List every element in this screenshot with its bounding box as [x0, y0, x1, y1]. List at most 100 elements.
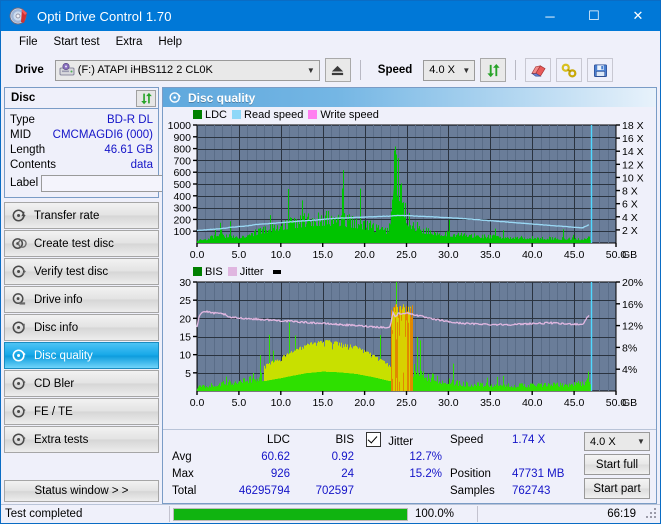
sidebar-item-label: CD Bler [34, 377, 75, 390]
stats-row-labels: Avg Max Total [167, 432, 218, 500]
svg-text:40.0: 40.0 [522, 249, 543, 261]
application-window: Opti Drive Control 1.70 ─ ☐ ✕ File Start… [0, 0, 661, 524]
sidebar-item-label: Disc quality [34, 349, 93, 362]
svg-text:600: 600 [173, 167, 191, 179]
disc-row-type-key: Type [10, 113, 35, 126]
bottom-chart-legend: BIS Jitter [163, 265, 656, 278]
svg-text:0.0: 0.0 [190, 249, 205, 261]
page-title: Disc quality [188, 90, 256, 105]
disc-row-length-value: 46.61 GB [104, 143, 153, 156]
samples-meta-value: 762743 [512, 485, 551, 497]
drive-select[interactable]: (F:) ATAPI iHBS112 2 CL0K ▼ [54, 59, 320, 81]
stats-actions: 4.0 X ▼ Start full Start part [584, 432, 652, 500]
meta-blank2 [512, 449, 584, 466]
svg-text:20.0: 20.0 [354, 249, 375, 261]
speed-value: 4.0 X [429, 64, 455, 76]
eject-button[interactable] [324, 58, 351, 82]
sidebar-item-label: Transfer rate [34, 209, 100, 222]
sidebar-item-drive-info[interactable]: Drive info [4, 286, 159, 313]
disc-row-mid-key: MID [10, 128, 32, 141]
sidebar-item-create-test-disc[interactable]: Create test disc [4, 230, 159, 257]
sidebar-item-extra-tests[interactable]: Extra tests [4, 426, 159, 453]
eraser-icon [530, 64, 546, 77]
start-part-button[interactable]: Start part [584, 478, 650, 499]
disc-bler-icon [12, 376, 27, 391]
tools-button[interactable] [556, 58, 583, 82]
disc-speed-icon [12, 208, 27, 223]
minimize-button[interactable]: ─ [528, 1, 572, 31]
svg-text:6 X: 6 X [622, 199, 638, 211]
svg-text:16%: 16% [622, 299, 643, 311]
bottom-chart: BIS Jitter 30 25 20 15 10 5 20% 16% 12% 8% 4% 0.0 5.… [163, 265, 656, 413]
start-full-button[interactable]: Start full [584, 454, 650, 475]
menu-help[interactable]: Help [150, 34, 190, 50]
main-body: Disc Type BD-R DL MID CMCMAGDI6 (000) Le… [1, 87, 660, 504]
toolbar-divider [515, 60, 517, 80]
speed-select[interactable]: 4.0 X ▼ [423, 59, 476, 81]
menu-start-test[interactable]: Start test [46, 34, 108, 50]
sidebar-item-disc-quality[interactable]: Disc quality [4, 342, 159, 369]
stats-meta-values: 1.74 X 47731 MB 762743 [506, 432, 584, 500]
svg-text:700: 700 [173, 155, 191, 167]
elapsed-time: 66:19 [607, 508, 636, 520]
legend-marker-box [272, 269, 281, 274]
resize-grip[interactable] [646, 508, 658, 520]
toolbar: Drive (F:) ATAPI iHBS112 2 CL0K ▼ Speed … [1, 53, 660, 87]
meta-blank [450, 449, 506, 466]
speed-meta-label: Speed [450, 434, 484, 446]
disc-info-icon [12, 320, 27, 335]
menu-file[interactable]: File [11, 34, 46, 50]
position-meta-value: 47731 MB [512, 468, 565, 480]
stats-avg-jitter: 12.7% [409, 451, 442, 463]
disc-row-mid-value: CMCMAGDI6 (000) [52, 128, 153, 141]
legend-label-read-speed: Read speed [244, 108, 304, 121]
menu-bar: File Start test Extra Help [1, 31, 660, 53]
jitter-checkbox[interactable] [366, 432, 381, 447]
title-bar: Opti Drive Control 1.70 ─ ☐ ✕ [1, 1, 660, 31]
svg-text:8 X: 8 X [622, 186, 638, 198]
legend-item-bis: BIS [193, 266, 223, 278]
maximize-button[interactable]: ☐ [572, 1, 616, 31]
disc-fete-icon [12, 404, 27, 419]
legend-item-write-speed: Write speed [308, 109, 379, 121]
refresh-icon [487, 63, 500, 77]
sidebar-item-fe-te[interactable]: FE / TE [4, 398, 159, 425]
sidebar-item-label: Drive info [34, 293, 83, 306]
disc-row-type-value: BD-R DL [106, 113, 153, 126]
erase-button[interactable] [525, 58, 552, 82]
legend-swatch-jitter [227, 267, 237, 276]
disc-quality-icon [12, 348, 27, 363]
test-speed-select[interactable]: 4.0 X ▼ [584, 432, 650, 451]
sidebar-item-disc-info[interactable]: Disc info [4, 314, 159, 341]
eject-icon [332, 65, 344, 75]
sidebar-item-transfer-rate[interactable]: Transfer rate [4, 202, 159, 229]
svg-text:15.0: 15.0 [312, 249, 333, 261]
sidebar-item-label: Verify test disc [34, 265, 109, 278]
svg-text:900: 900 [173, 132, 191, 144]
svg-text:300: 300 [173, 203, 191, 215]
panel-header: Disc quality [163, 88, 656, 107]
position-meta-label: Position [450, 468, 491, 480]
legend-swatch-write-speed [308, 110, 318, 119]
disc-refresh-button[interactable] [136, 89, 156, 107]
svg-text:400: 400 [173, 191, 191, 203]
stats-panel: Avg Max Total LDC 60.62 926 46295794 BIS… [163, 429, 656, 503]
save-floppy-icon [593, 64, 607, 77]
svg-text:45.0: 45.0 [564, 249, 585, 261]
svg-text:200: 200 [173, 214, 191, 226]
stats-meta-labels: Speed Position Samples [442, 432, 506, 500]
save-button[interactable] [587, 58, 614, 82]
svg-text:30.0: 30.0 [438, 249, 459, 261]
sidebar-item-cd-bler[interactable]: CD Bler [4, 370, 159, 397]
menu-extra[interactable]: Extra [108, 34, 151, 50]
refresh-button[interactable] [480, 58, 507, 82]
status-window-button[interactable]: Status window > > [4, 480, 159, 502]
close-button[interactable]: ✕ [616, 1, 660, 31]
charts-area: LDC Read speed Write speed 1000 900 800 700… [163, 107, 656, 429]
bottom-chart-svg: 30 25 20 15 10 5 20% 16% 12% 8% 4% 0.0 5.0 10.0 15.0 20… [179, 277, 643, 409]
sidebar-item-verify-test-disc[interactable]: Verify test disc [4, 258, 159, 285]
disc-verify-icon [12, 264, 27, 279]
disc-label-row: Label [10, 173, 247, 193]
disc-row-contents-value: data [130, 158, 153, 171]
